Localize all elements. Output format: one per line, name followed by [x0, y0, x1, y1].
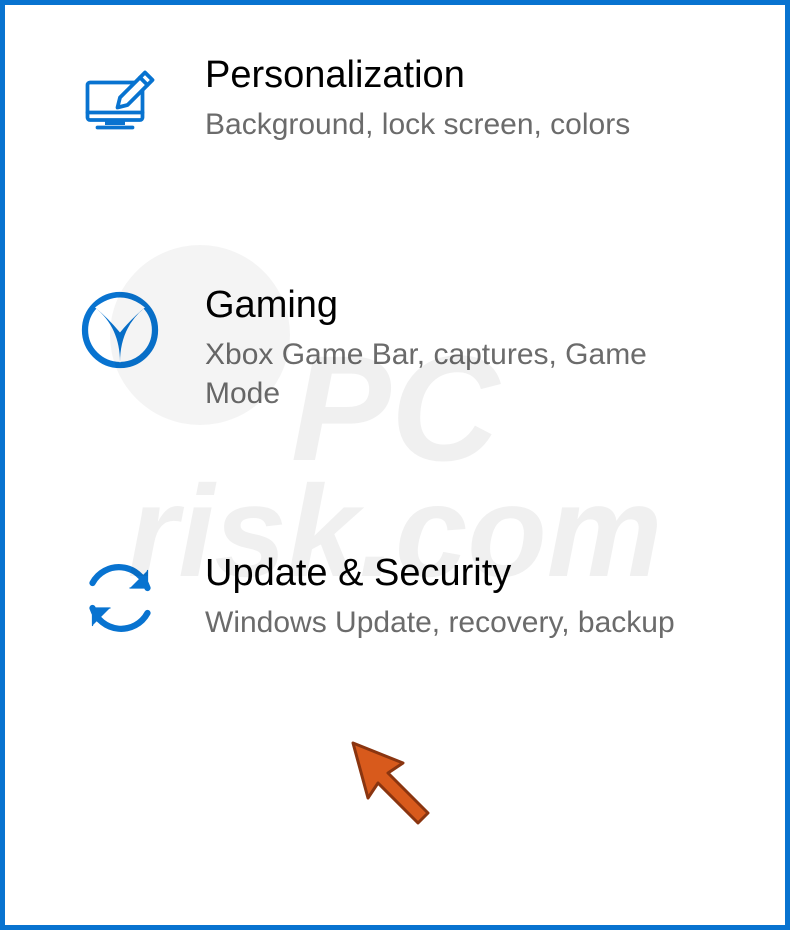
text-wrap: Personalization Background, lock screen,… [205, 55, 745, 144]
personalization-icon [75, 55, 165, 145]
cursor-annotation-icon [333, 723, 453, 843]
settings-item-gaming[interactable]: Gaming Xbox Game Bar, captures, Game Mod… [75, 285, 745, 413]
item-title: Personalization [205, 55, 745, 97]
text-wrap: Update & Security Windows Update, recove… [205, 553, 745, 642]
item-title: Gaming [205, 285, 745, 327]
update-security-icon [75, 553, 165, 643]
item-title: Update & Security [205, 553, 745, 595]
settings-item-update-security[interactable]: Update & Security Windows Update, recove… [75, 553, 745, 643]
settings-item-personalization[interactable]: Personalization Background, lock screen,… [75, 55, 745, 145]
item-desc: Xbox Game Bar, captures, Game Mode [205, 335, 685, 413]
item-desc: Background, lock screen, colors [205, 105, 685, 144]
gaming-icon [75, 285, 165, 375]
settings-panel: PC risk.com Personalization Background, … [0, 0, 790, 930]
item-desc: Windows Update, recovery, backup [205, 603, 685, 642]
text-wrap: Gaming Xbox Game Bar, captures, Game Mod… [205, 285, 745, 413]
